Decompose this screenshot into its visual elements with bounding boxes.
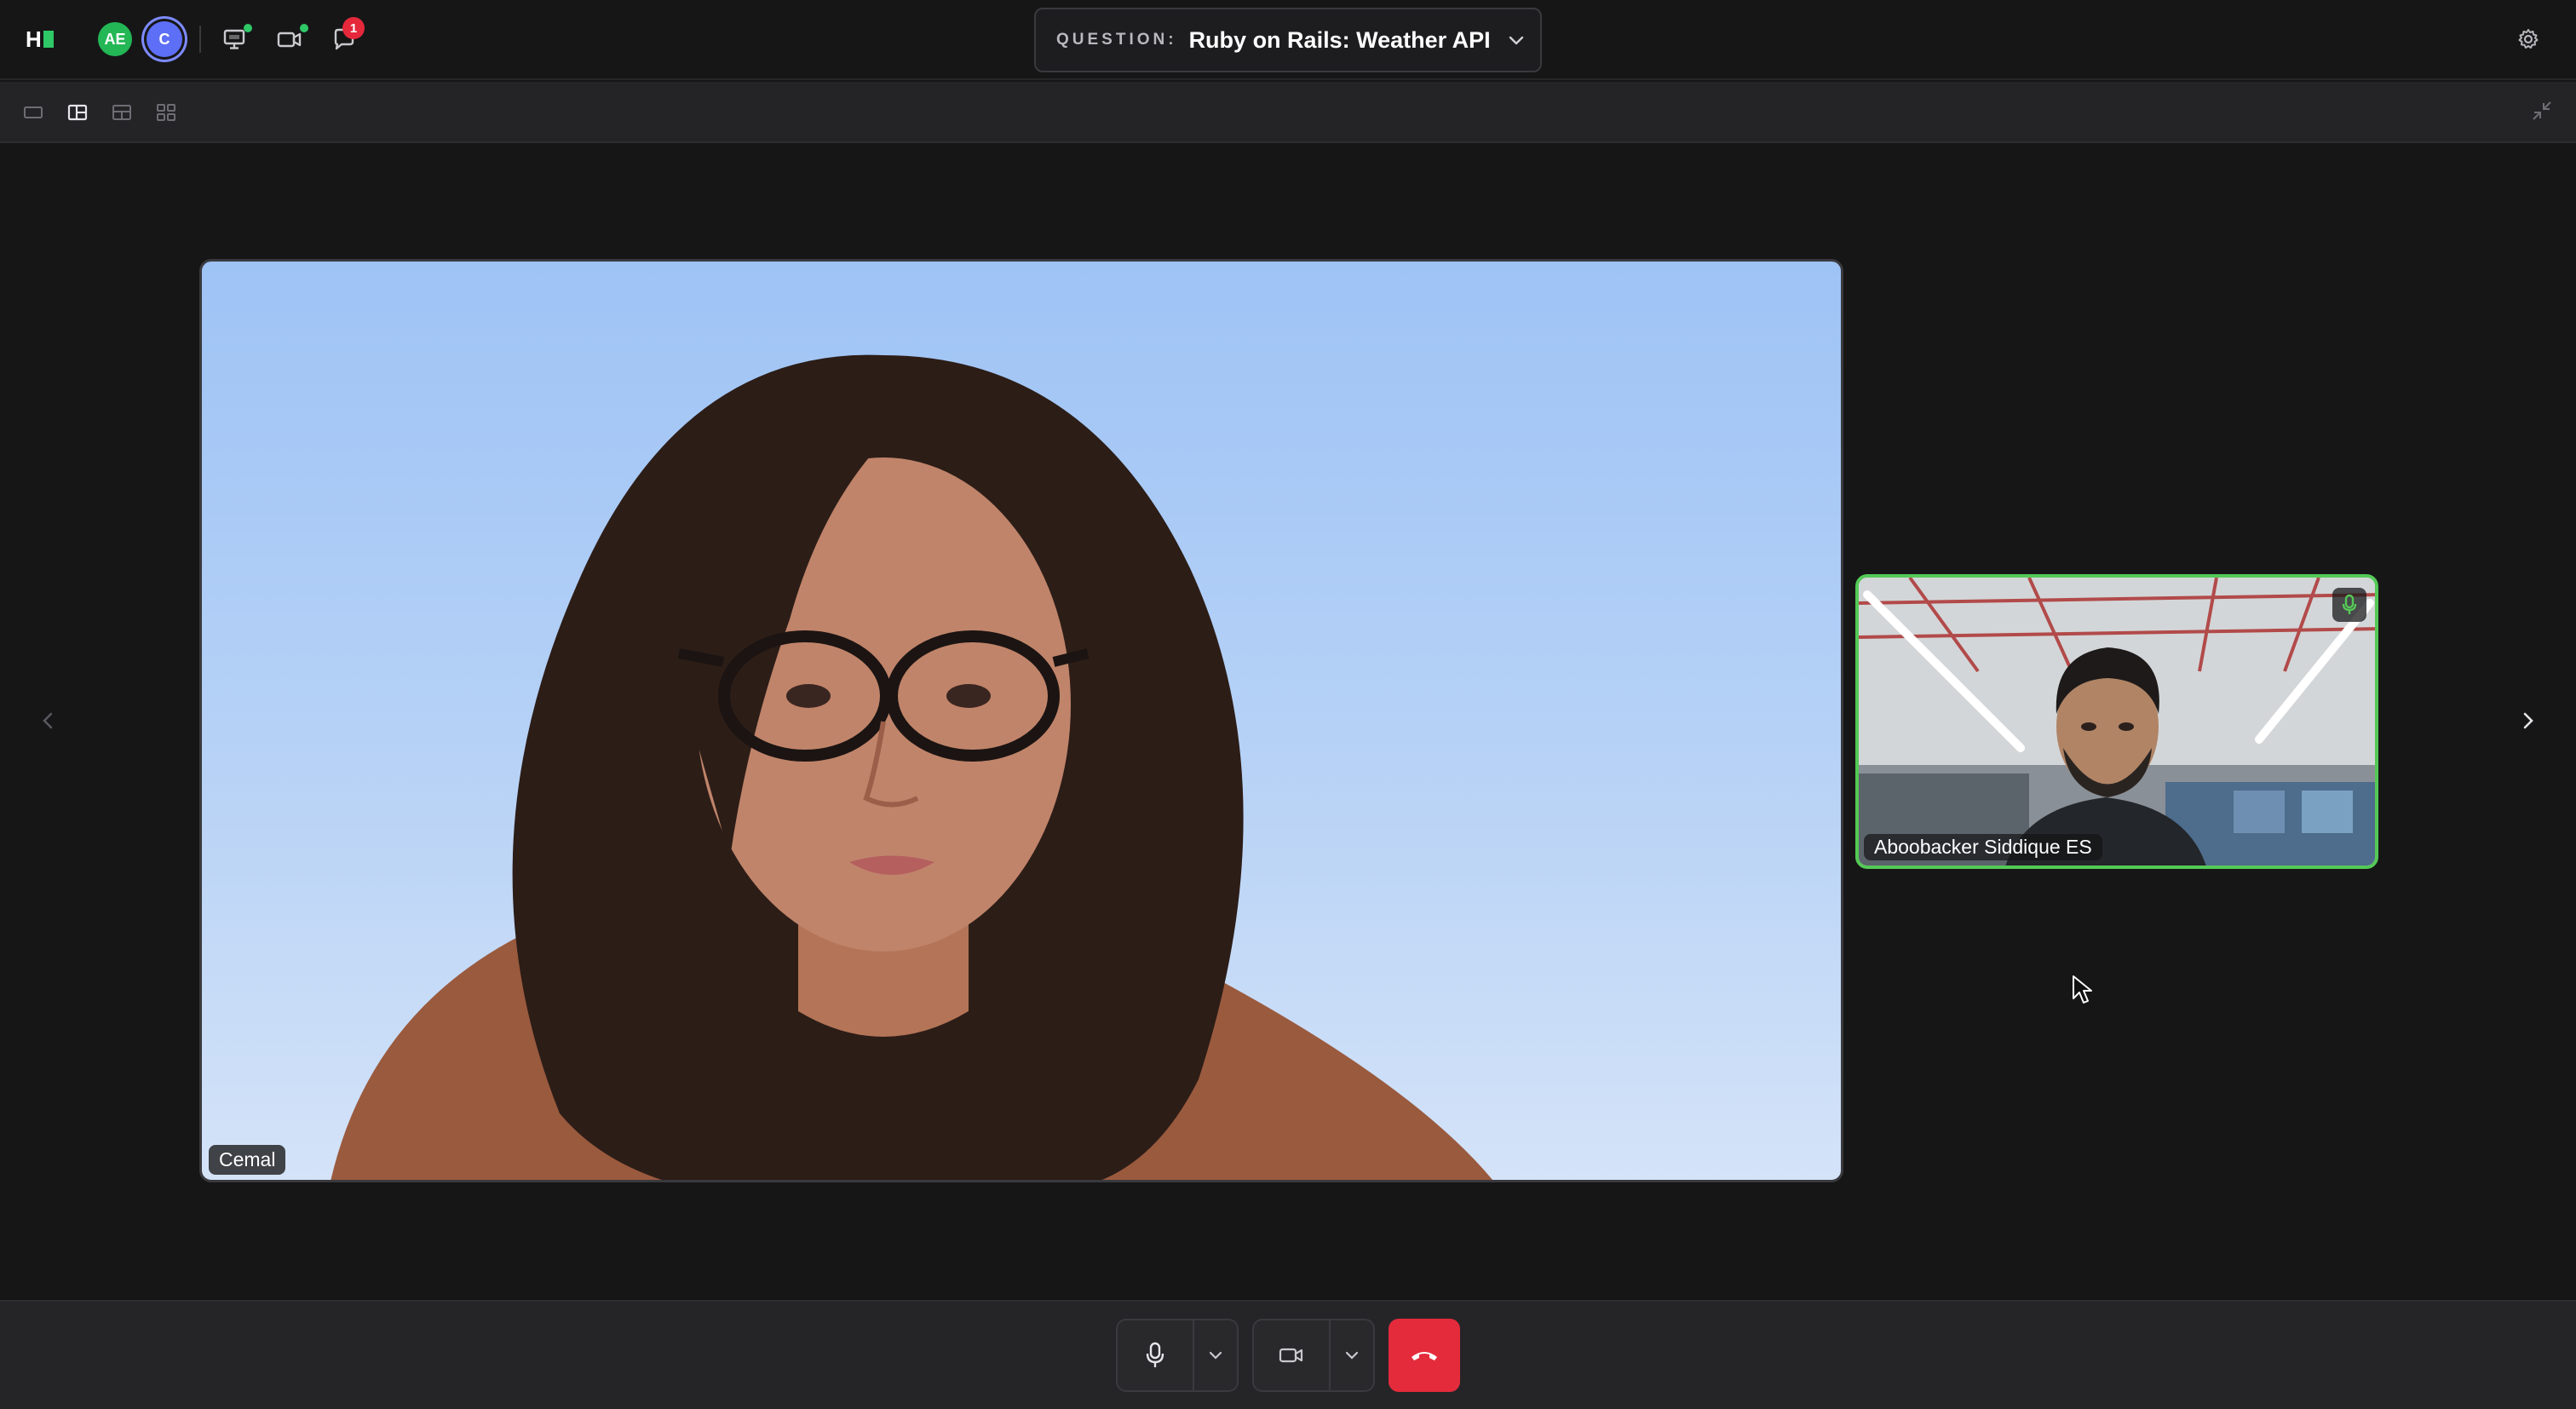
single-view-icon xyxy=(24,106,43,118)
next-page-button[interactable] xyxy=(2510,702,2547,739)
call-control-bar xyxy=(0,1300,2576,1409)
status-dot xyxy=(244,24,252,32)
video-icon xyxy=(277,32,302,48)
chevron-down-icon xyxy=(1209,1351,1222,1360)
chevron-down-icon xyxy=(1509,36,1523,45)
mouse-cursor xyxy=(2072,975,2094,1005)
top-bar: H AE C 1 QUESTION: Ruby on Rails: Weathe… xyxy=(0,0,2576,80)
speaker-video-tile[interactable]: Aboobacker Siddique ES xyxy=(1855,574,2378,869)
question-selector[interactable]: QUESTION: Ruby on Rails: Weather API xyxy=(1034,8,1542,72)
status-dot xyxy=(300,24,308,32)
layout-toolbar xyxy=(0,82,2576,143)
speaking-indicator xyxy=(2332,588,2366,622)
hang-up-icon xyxy=(1412,1352,1437,1360)
participant-name-tag: Cemal xyxy=(209,1145,286,1175)
camera-toggle-button[interactable] xyxy=(1254,1320,1331,1390)
sidebar-view-icon xyxy=(67,104,88,121)
layout-single-button[interactable] xyxy=(18,97,49,128)
chat-notification-badge: 1 xyxy=(342,17,365,39)
participant-video-feed xyxy=(331,354,1492,1180)
layout-grid-button[interactable] xyxy=(151,97,181,128)
grid-view-icon xyxy=(157,104,175,121)
minimize-button[interactable] xyxy=(2527,95,2557,126)
microphone-icon xyxy=(2342,594,2357,614)
chevron-right-icon xyxy=(2523,712,2533,729)
avatar-ae[interactable]: AE xyxy=(98,22,132,56)
microphone-options-dropdown[interactable] xyxy=(1194,1320,1237,1390)
main-video-tile[interactable]: Cemal xyxy=(199,259,1843,1182)
settings-button[interactable] xyxy=(2513,24,2544,55)
question-label: QUESTION: xyxy=(1056,31,1177,49)
layout-split-button[interactable] xyxy=(106,97,137,128)
participant-name-tag: Aboobacker Siddique ES xyxy=(1864,834,2102,860)
previous-page-button[interactable] xyxy=(29,702,66,739)
microphone-control xyxy=(1116,1319,1239,1392)
collapse-icon xyxy=(2533,101,2551,120)
logo-mark xyxy=(43,31,54,48)
question-title: Ruby on Rails: Weather API xyxy=(1188,26,1491,53)
microphone-icon xyxy=(1146,1342,1164,1367)
chevron-left-icon xyxy=(43,712,53,729)
layout-sidebar-button[interactable] xyxy=(62,97,93,128)
participant-video-feed xyxy=(1859,578,2375,866)
chevron-down-icon xyxy=(1345,1351,1359,1360)
toolbar-divider xyxy=(199,26,201,53)
screen-share-button[interactable] xyxy=(220,24,252,55)
logo-letter: H xyxy=(26,26,42,52)
mute-button[interactable] xyxy=(1118,1320,1194,1390)
split-view-icon xyxy=(112,105,131,120)
app-logo[interactable]: H xyxy=(26,27,55,51)
cursor-arrow-icon xyxy=(2073,975,2092,1004)
end-call-button[interactable] xyxy=(1389,1319,1460,1392)
video-toggle-button[interactable] xyxy=(274,24,308,55)
video-icon xyxy=(1279,1348,1303,1363)
screen-share-icon xyxy=(223,29,245,49)
avatar-c[interactable]: C xyxy=(147,21,182,57)
camera-options-dropdown[interactable] xyxy=(1331,1320,1373,1390)
gear-icon xyxy=(2518,29,2539,49)
camera-control xyxy=(1252,1319,1375,1392)
